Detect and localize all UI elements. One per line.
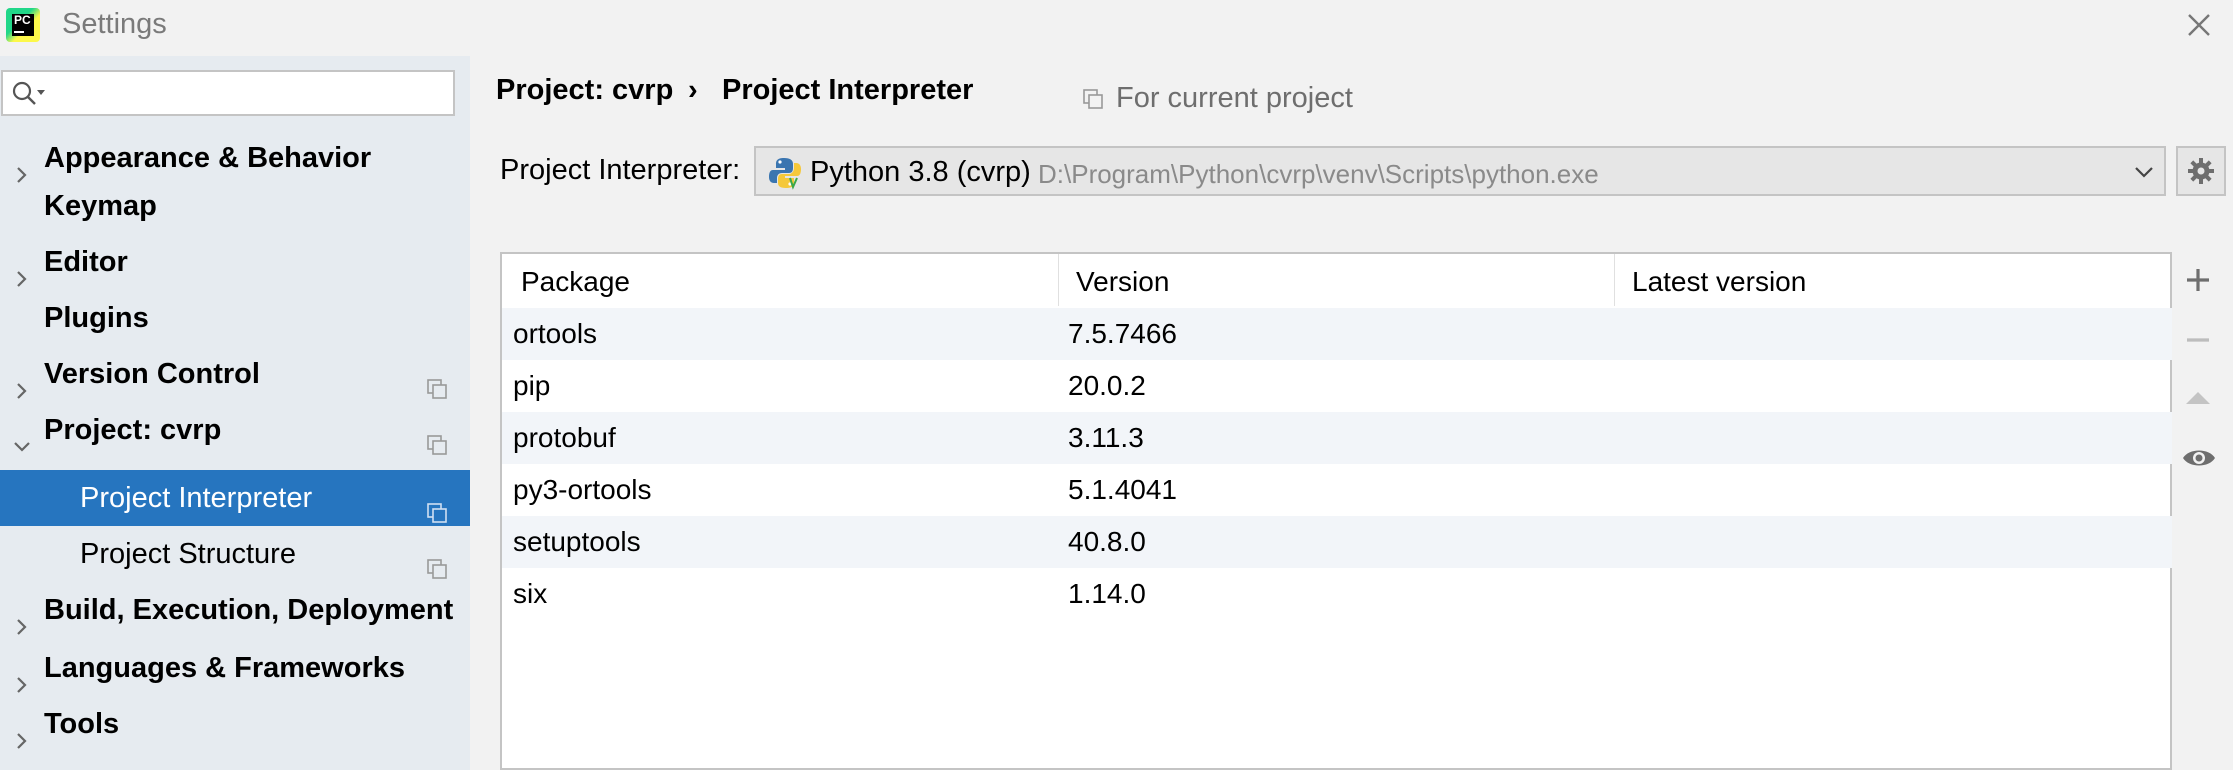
gear-icon [2188, 158, 2214, 184]
interpreter-name: Python 3.8 (cvrp) [810, 156, 1031, 188]
chevron-down-icon[interactable] [12, 420, 32, 452]
package-name: py3-ortools [513, 474, 652, 505]
scope-note-text: For current project [1116, 82, 1353, 114]
sidebar-item-label: Plugins [44, 302, 149, 334]
plus-icon [2187, 269, 2209, 291]
sidebar-item-keymap[interactable]: Keymap [0, 178, 470, 234]
packages-table[interactable]: Package Version Latest version ortools 7… [500, 252, 2172, 770]
package-version: 40.8.0 [1068, 526, 1146, 557]
project-scope-icon [426, 363, 448, 399]
package-version: 20.0.2 [1068, 370, 1146, 401]
upgrade-package-button[interactable] [2182, 382, 2214, 414]
sidebar-item-label: Version Control [44, 358, 260, 390]
search-input[interactable] [55, 76, 449, 112]
triangle-up-icon [2186, 392, 2210, 404]
package-name: setuptools [513, 526, 641, 557]
chevron-right-icon[interactable] [12, 148, 32, 183]
column-header-latest-version[interactable]: Latest version [1632, 266, 1806, 298]
sidebar-item-editor[interactable]: Editor [0, 234, 470, 290]
sidebar-item-project-interpreter[interactable]: Project Interpreter [0, 470, 470, 526]
minus-icon [2187, 338, 2209, 342]
package-name: pip [513, 370, 551, 401]
sidebar-item-label: Project Structure [80, 538, 296, 570]
breadcrumb-project[interactable]: Project: cvrp [496, 74, 673, 107]
project-scope-icon [426, 543, 448, 579]
chevron-right-icon[interactable] [12, 252, 32, 287]
interpreter-label: Project Interpreter: [500, 154, 741, 186]
interpreter-dropdown[interactable]: Python 3.8 (cvrp) D:\Program\Python\cvrp… [754, 146, 2166, 196]
window-title: Settings [62, 8, 167, 40]
search-field[interactable] [1, 70, 455, 116]
settings-sidebar: Appearance & Behavior Keymap Editor Plug… [0, 56, 470, 770]
remove-package-button[interactable] [2182, 324, 2214, 356]
sidebar-item-plugins[interactable]: Plugins [0, 290, 470, 346]
package-version: 5.1.4041 [1068, 474, 1177, 505]
chevron-right-icon[interactable] [12, 658, 32, 693]
python-icon [768, 156, 802, 190]
sidebar-item-label: Languages & Frameworks [44, 652, 405, 684]
package-name: protobuf [513, 422, 616, 453]
sidebar-item-build-execution-deployment[interactable]: Build, Execution, Deployment [0, 582, 470, 638]
package-name: ortools [513, 318, 598, 349]
package-version: 7.5.7466 [1068, 318, 1177, 349]
interpreter-path: D:\Program\Python\cvrp\venv\Scripts\pyth… [1038, 159, 1599, 189]
sidebar-item-tools[interactable]: Tools [0, 696, 470, 752]
table-row[interactable]: ortools 7.5.7466 [502, 308, 2172, 360]
eye-icon [2183, 450, 2215, 466]
sidebar-item-project-structure[interactable]: Project Structure [0, 526, 470, 582]
project-scope-icon [1082, 88, 1104, 110]
table-row[interactable]: py3-ortools 5.1.4041 [502, 464, 2172, 516]
interpreter-settings-button[interactable] [2176, 146, 2226, 196]
page-title: Project Interpreter [722, 74, 974, 106]
table-row[interactable]: six 1.14.0 [502, 568, 2172, 620]
sidebar-item-label: Project: cvrp [44, 414, 222, 446]
chevron-right-icon[interactable] [12, 364, 32, 399]
chevron-down-icon[interactable] [2134, 164, 2154, 180]
sidebar-item-languages-frameworks[interactable]: Languages & Frameworks [0, 640, 470, 696]
table-row[interactable]: pip 20.0.2 [502, 360, 2172, 412]
breadcrumb-separator: › [688, 74, 698, 106]
column-divider [1058, 254, 1059, 306]
column-divider [1614, 254, 1615, 306]
table-header: Package Version Latest version [502, 254, 2172, 309]
sidebar-item-project-cvrp[interactable]: Project: cvrp [0, 402, 470, 458]
column-header-version[interactable]: Version [1076, 266, 1169, 298]
show-early-releases-button[interactable] [2182, 442, 2215, 474]
project-scope-icon [426, 419, 448, 455]
sidebar-item-label: Editor [44, 246, 128, 278]
package-version: 3.11.3 [1068, 422, 1144, 453]
package-version: 1.14.0 [1068, 578, 1146, 609]
sidebar-item-label: Keymap [44, 190, 157, 222]
add-package-button[interactable] [2182, 264, 2214, 296]
pycharm-logo-icon: PC [6, 8, 40, 42]
table-row[interactable]: protobuf 3.11.3 [502, 412, 2172, 464]
project-scope-icon [426, 487, 448, 523]
package-name: six [513, 578, 548, 609]
chevron-right-icon[interactable] [12, 714, 32, 749]
chevron-right-icon[interactable] [12, 600, 32, 635]
sidebar-item-label: Build, Execution, Deployment [44, 594, 454, 626]
sidebar-item-version-control[interactable]: Version Control [0, 346, 470, 402]
title-bar: PC Settings [0, 0, 2233, 52]
column-header-package[interactable]: Package [521, 266, 630, 298]
close-icon[interactable] [2184, 10, 2214, 40]
package-actions-toolbar [2172, 252, 2224, 770]
sidebar-item-label: Tools [44, 708, 120, 740]
search-icon [11, 80, 51, 108]
sidebar-item-label: Project Interpreter [80, 482, 313, 514]
table-row[interactable]: setuptools 40.8.0 [502, 516, 2172, 568]
